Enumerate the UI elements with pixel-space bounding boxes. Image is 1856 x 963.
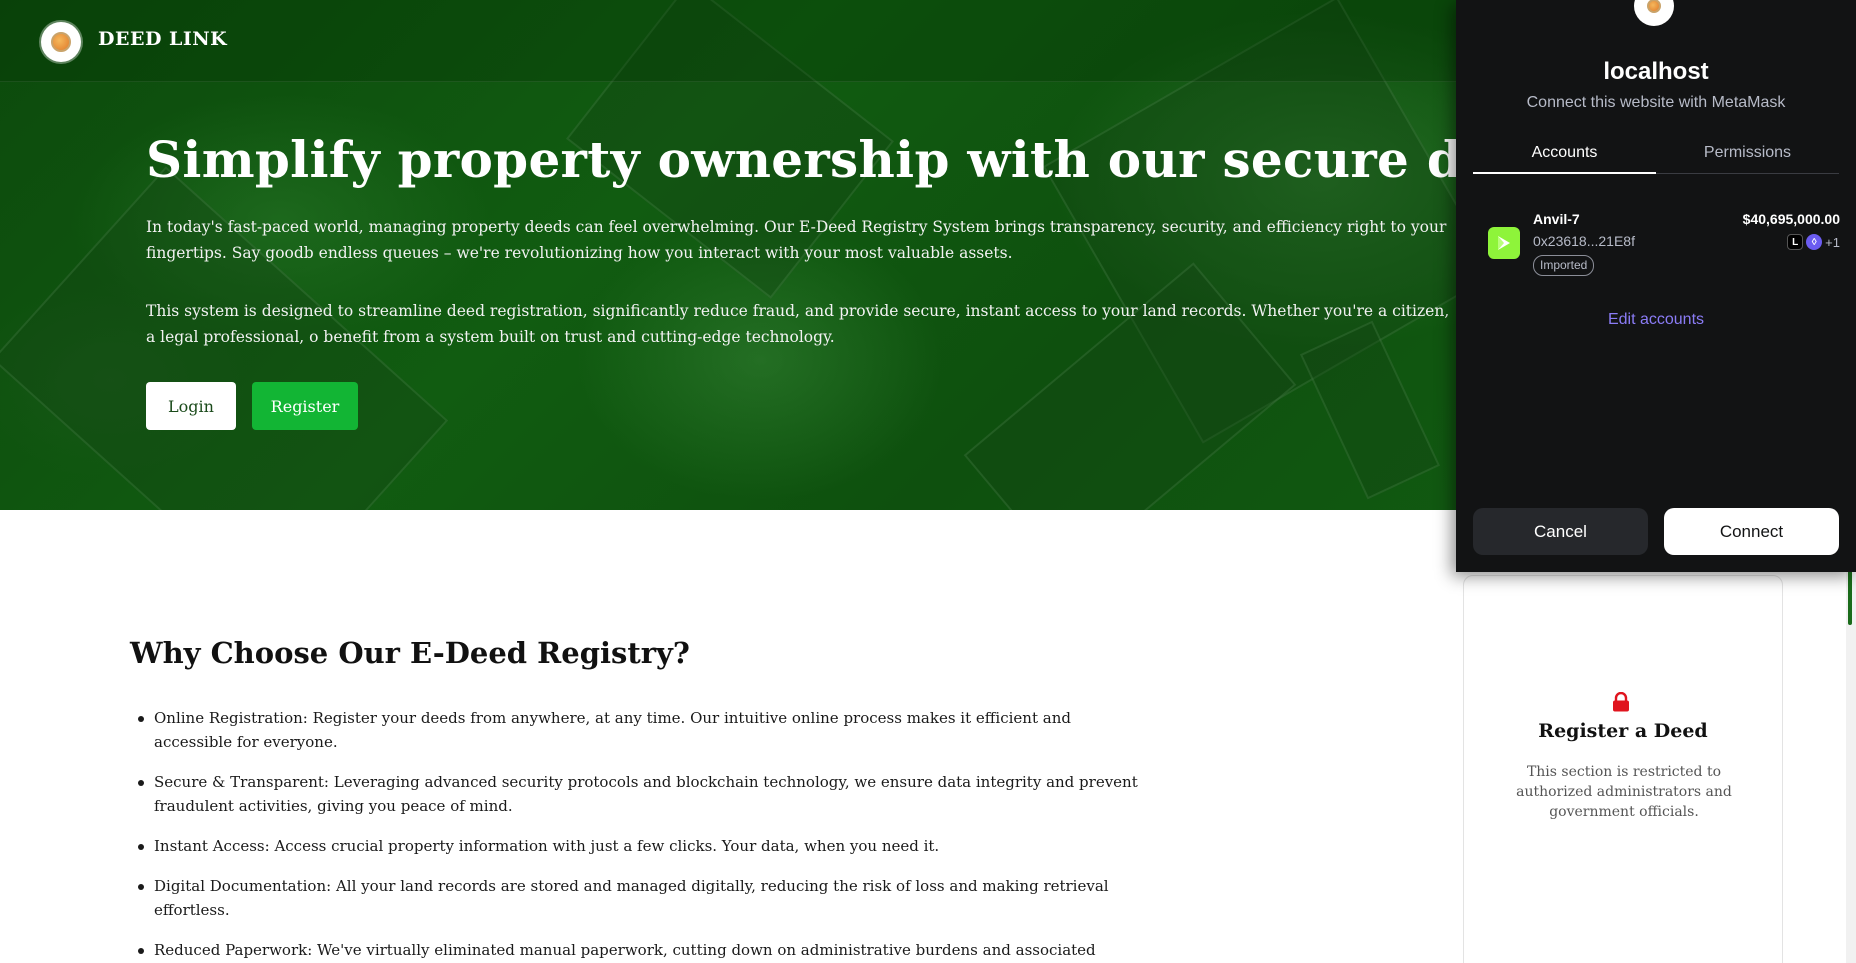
features-list: Online Registration: Register your deeds…: [138, 706, 1144, 963]
tab-permissions[interactable]: Permissions: [1656, 144, 1839, 162]
logo-icon: [51, 32, 71, 52]
account-name[interactable]: Anvil-7: [1533, 211, 1580, 227]
site-favicon: [1634, 0, 1674, 26]
eth-token-icon: ◊: [1806, 234, 1823, 250]
register-deed-text: This section is restricted to authorized…: [1516, 764, 1732, 820]
why-section-title: Why Choose Our E-Deed Registry?: [130, 636, 690, 670]
hero-title: Simplify property ownership with our sec…: [146, 130, 1841, 189]
feature-item-instant-access: Instant Access: Access crucial property …: [138, 834, 1144, 858]
imported-badge: Imported: [1533, 255, 1595, 276]
page-scrollbar-thumb[interactable]: [1848, 570, 1852, 625]
feature-item-digital-documentation: Digital Documentation: All your land rec…: [138, 874, 1144, 922]
site-logo[interactable]: [41, 22, 81, 62]
dialog-tabs: Accounts Permissions: [1473, 140, 1839, 174]
register-deed-card: Register a Deed This section is restrict…: [1463, 575, 1783, 963]
account-tokens: L ◊ +1: [1787, 233, 1840, 251]
dialog-subtitle: Connect this website with MetaMask: [1526, 94, 1786, 111]
feature-item-secure-transparent: Secure & Transparent: Leveraging advance…: [138, 770, 1144, 818]
feature-item-online-registration: Online Registration: Register your deeds…: [138, 706, 1144, 754]
feature-item-reduced-paperwork: Reduced Paperwork: We've virtually elimi…: [138, 938, 1144, 963]
dialog-host: localhost: [1603, 58, 1709, 85]
edit-accounts-link[interactable]: Edit accounts: [1456, 311, 1856, 329]
account-address: 0x23618...21E8f: [1533, 233, 1635, 249]
active-tab-indicator: [1473, 172, 1656, 174]
token-icon: L: [1787, 234, 1804, 250]
favicon-icon: [1647, 0, 1661, 13]
account-balance: $40,695,000.00: [1742, 211, 1840, 227]
login-button[interactable]: Login: [146, 382, 236, 430]
tab-accounts[interactable]: Accounts: [1473, 144, 1656, 162]
lock-icon: [1613, 692, 1629, 712]
hero-paragraph-2: This system is designed to streamline de…: [146, 302, 1450, 346]
register-button[interactable]: Register: [252, 382, 358, 430]
more-tokens-count: +1: [1825, 234, 1840, 250]
brand-name[interactable]: DEED LINK: [98, 28, 227, 50]
metamask-connect-dialog: localhost Connect this website with Meta…: [1456, 0, 1856, 572]
account-avatar-icon[interactable]: [1488, 227, 1520, 259]
play-icon: [1498, 236, 1510, 250]
hero-paragraph-1: In today's fast-paced world, managing pr…: [146, 218, 1447, 262]
connect-button[interactable]: Connect: [1664, 508, 1839, 555]
register-deed-title: Register a Deed: [1538, 720, 1708, 742]
cancel-button[interactable]: Cancel: [1473, 508, 1648, 555]
